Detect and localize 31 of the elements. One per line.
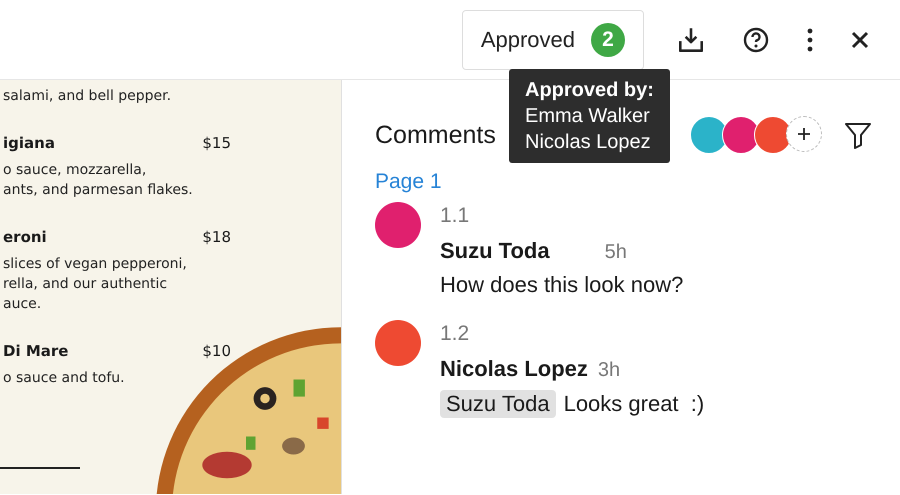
close-icon[interactable]	[850, 30, 870, 50]
timestamp: 3h	[598, 359, 620, 382]
item-price: $10	[202, 342, 231, 360]
approver-name: Emma Walker	[525, 104, 651, 129]
item-price: $18	[202, 228, 231, 246]
comment-number: 1.1	[440, 204, 470, 228]
approved-button[interactable]: Approved 2	[462, 10, 644, 70]
help-icon[interactable]	[742, 26, 770, 54]
item-name: eroni	[3, 228, 47, 246]
item-description: o sauce and tofu.	[3, 369, 126, 388]
item-name: igiana	[3, 134, 55, 152]
panel-title: Comments	[375, 120, 496, 150]
item-description: salami, and bell pepper.	[3, 87, 172, 106]
comment-number: 1.2	[440, 322, 470, 346]
item-price: $15	[202, 134, 231, 152]
approver-name: Nicolas Lopez	[525, 130, 652, 155]
author-name: Nicolas Lopez	[440, 356, 588, 382]
plus-icon	[797, 127, 811, 141]
item-name: Di Mare	[3, 342, 68, 360]
item-description: slices of vegan pepperoni, rella, and our authentic auce.	[3, 255, 188, 314]
more-icon[interactable]	[806, 28, 814, 52]
filter-icon[interactable]	[844, 121, 872, 149]
tooltip-title: Approved by:	[525, 78, 654, 103]
author-name: Suzu Toda	[440, 238, 550, 264]
count-badge: 2	[591, 22, 625, 56]
comment-text: Looks great :)	[564, 391, 704, 417]
item-description: o sauce, mozzarella, ants, and parmesan flakes.	[3, 161, 194, 200]
page-label[interactable]: Page 1	[375, 170, 442, 194]
comment-text: How does this look now?	[440, 272, 684, 298]
timestamp: 5h	[604, 241, 627, 264]
mention-chip[interactable]: Suzu Toda	[440, 390, 556, 418]
